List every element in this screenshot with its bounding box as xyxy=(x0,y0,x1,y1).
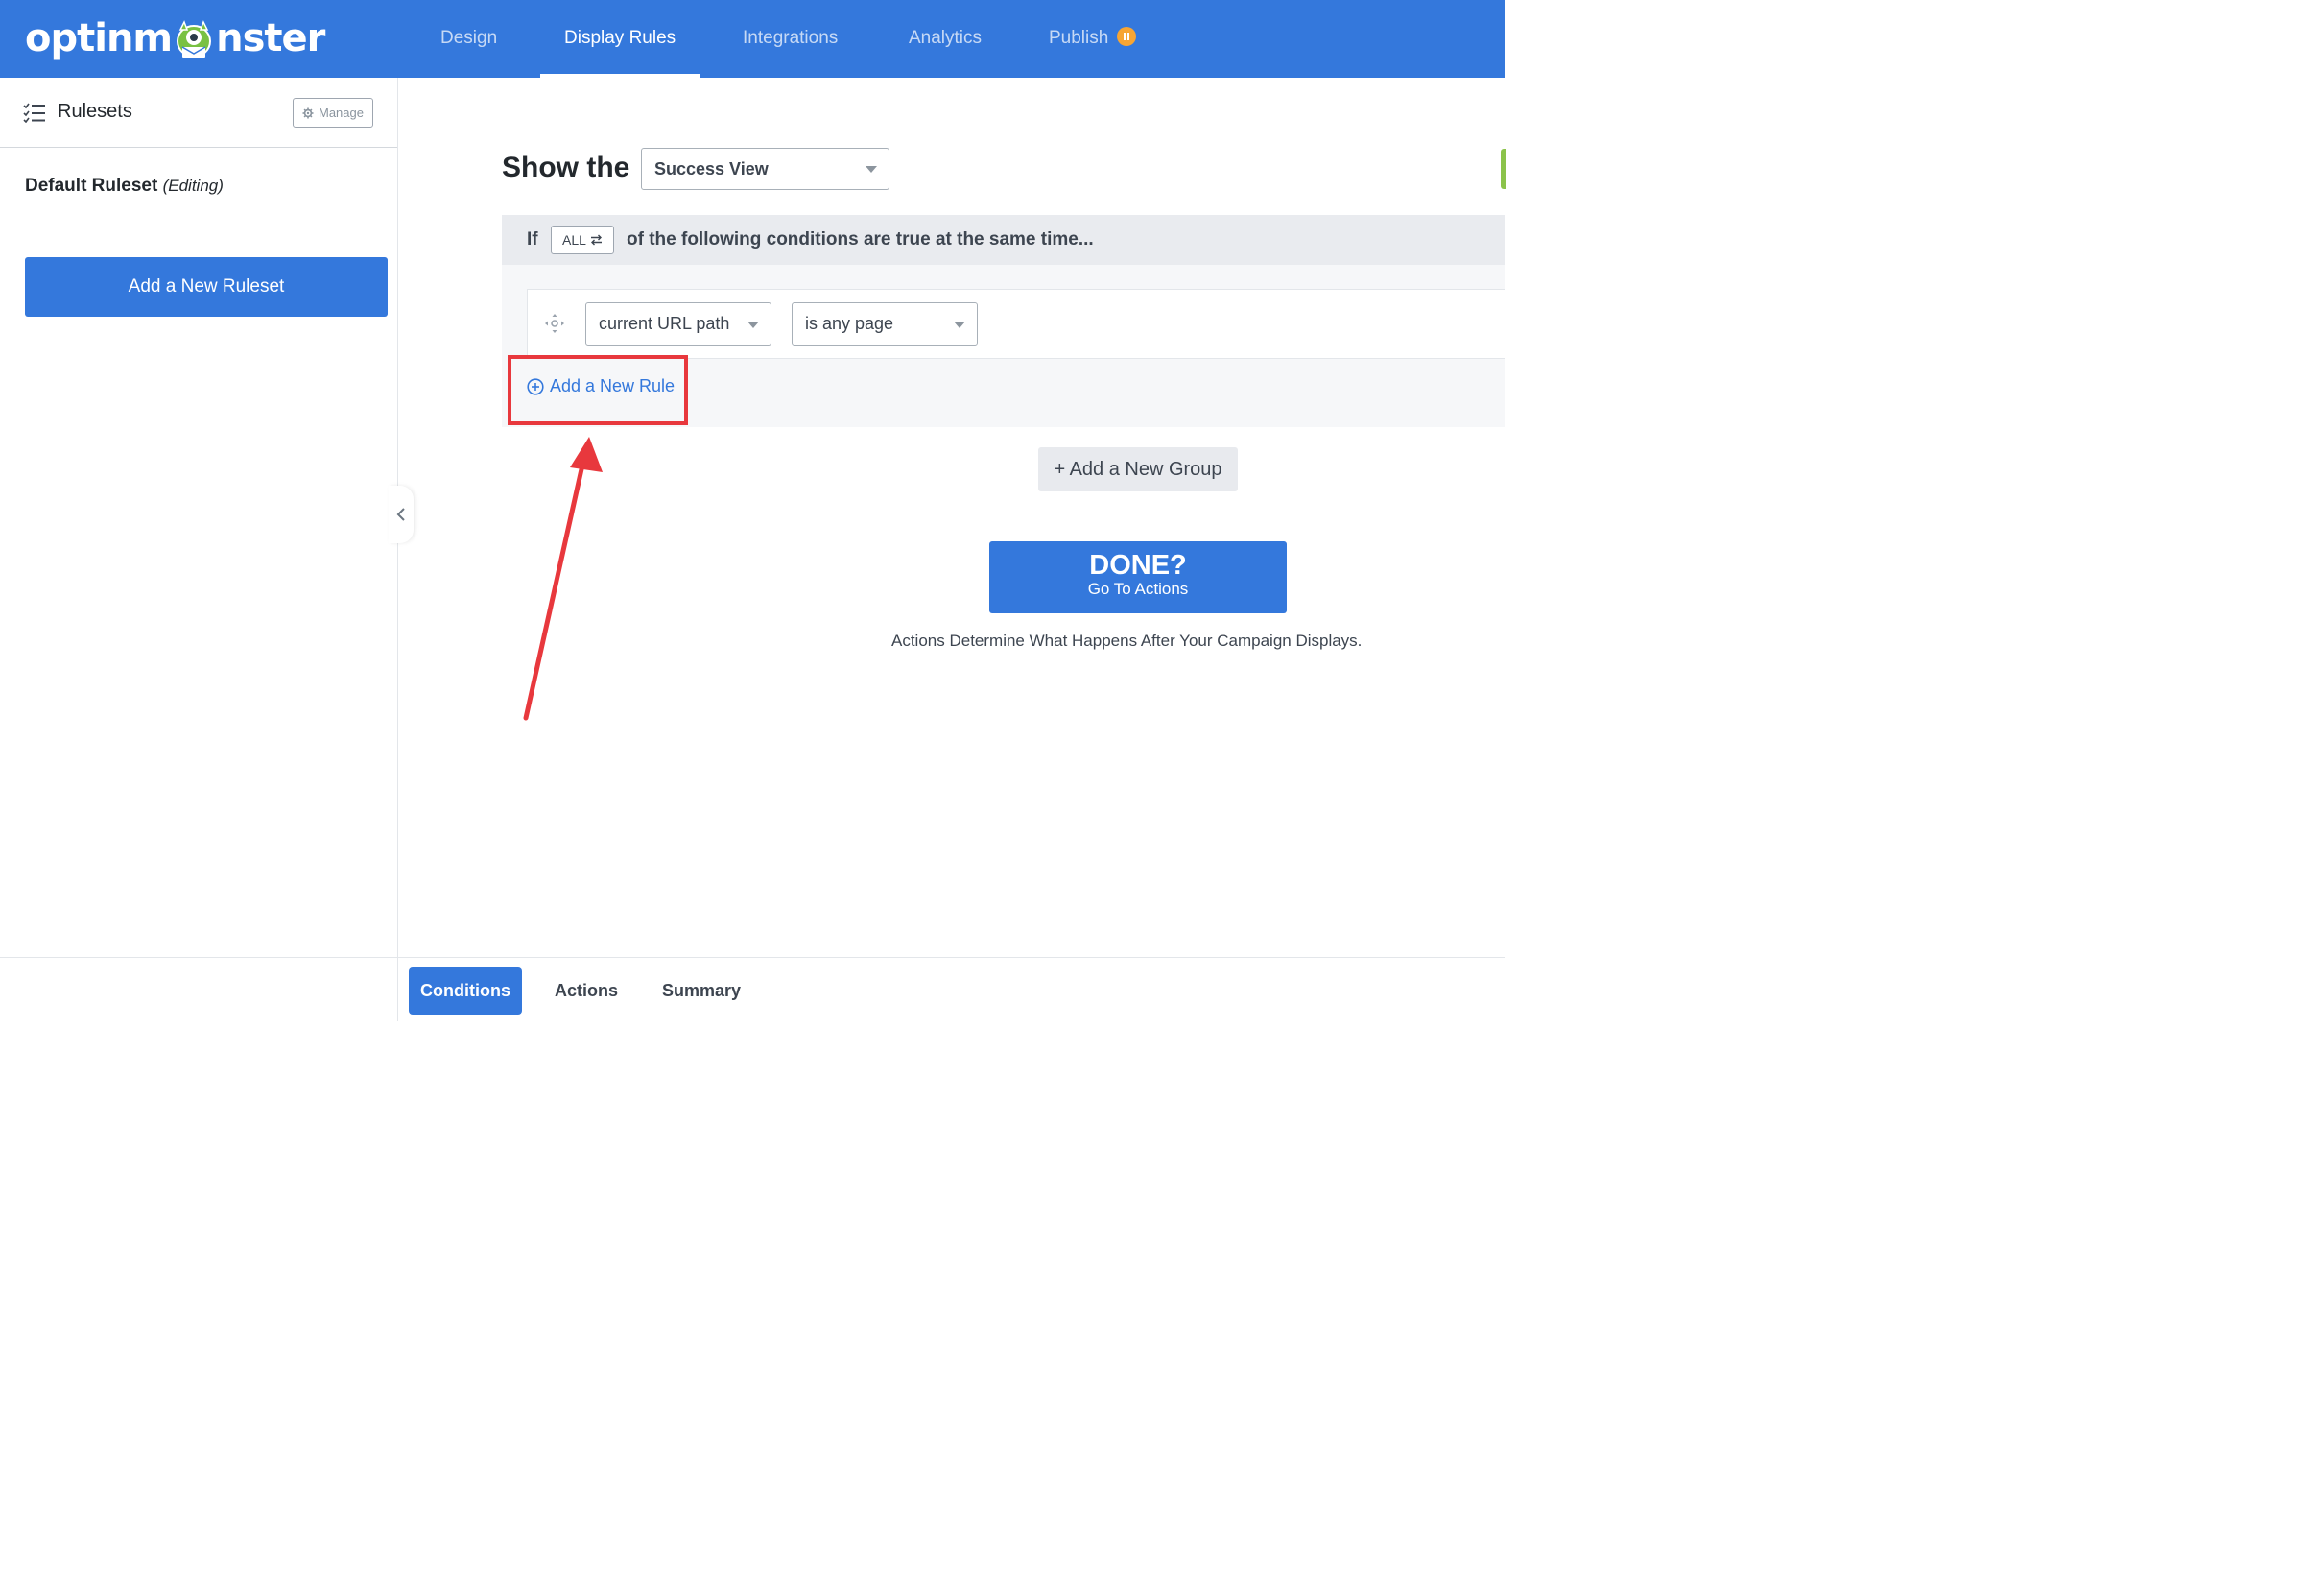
nav-analytics[interactable]: Analytics xyxy=(909,0,982,78)
checklist-icon xyxy=(23,103,45,123)
add-new-group-button[interactable]: + Add a New Group xyxy=(1038,447,1238,491)
monster-mascot-icon xyxy=(177,20,212,58)
view-select-value: Success View xyxy=(654,158,769,179)
caret-down-icon xyxy=(954,321,965,328)
actions-note: Actions Determine What Happens After You… xyxy=(891,632,1363,650)
gear-icon xyxy=(302,107,314,118)
nav-publish-label: Publish xyxy=(1049,28,1109,48)
annotation-highlight-box xyxy=(508,355,688,425)
top-navigation-bar: optinm nster Design Display Rules Integr… xyxy=(0,0,1505,78)
view-select[interactable]: Success View xyxy=(641,148,889,190)
nav-design[interactable]: Design xyxy=(440,0,497,78)
done-title: DONE? xyxy=(1089,550,1187,581)
rule-field-select[interactable]: current URL path xyxy=(585,302,771,346)
optinmonster-logo[interactable]: optinm nster xyxy=(25,13,325,63)
bottom-tab-bar: Conditions Actions Summary xyxy=(0,957,1505,1021)
done-go-to-actions-button[interactable]: DONE? Go To Actions xyxy=(989,541,1287,613)
sidebar-header: Rulesets Manage xyxy=(0,78,397,148)
manage-label: Manage xyxy=(319,106,364,120)
add-new-ruleset-button[interactable]: Add a New Ruleset xyxy=(25,257,388,317)
nav-publish[interactable]: Publish xyxy=(1049,0,1137,78)
green-edge-element[interactable] xyxy=(1501,149,1506,189)
logo-text-end: nster xyxy=(216,16,325,60)
manage-button[interactable]: Manage xyxy=(293,98,373,128)
if-label: If xyxy=(527,229,538,250)
sidebar-title: Rulesets xyxy=(58,101,132,122)
done-subtitle: Go To Actions xyxy=(1087,580,1189,598)
tab-summary[interactable]: Summary xyxy=(652,967,750,1015)
rule-operator-select[interactable]: is any page xyxy=(792,302,978,346)
match-all-toggle[interactable]: ALL xyxy=(551,226,614,254)
collapse-sidebar-button[interactable] xyxy=(389,486,414,543)
rule-field-value: current URL path xyxy=(599,314,730,333)
drag-handle-icon[interactable] xyxy=(544,313,565,334)
condition-group-header: If ALL of the following conditions are t… xyxy=(502,215,1505,265)
nav-display-rules[interactable]: Display Rules xyxy=(539,0,701,78)
pause-icon xyxy=(1117,27,1137,46)
nav-integrations[interactable]: Integrations xyxy=(743,0,838,78)
rule-operator-value: is any page xyxy=(805,314,894,333)
match-all-label: ALL xyxy=(562,232,586,248)
caret-down-icon xyxy=(866,166,877,173)
show-the-label: Show the xyxy=(502,152,630,183)
swap-arrows-icon xyxy=(590,234,602,246)
bottom-left-panel xyxy=(0,958,398,1021)
tab-actions[interactable]: Actions xyxy=(543,967,629,1015)
rulesets-sidebar: Rulesets Manage Default Ruleset (Editing… xyxy=(0,78,398,957)
tab-conditions[interactable]: Conditions xyxy=(409,967,522,1015)
conditions-text: of the following conditions are true at … xyxy=(627,229,1094,250)
ruleset-item-default[interactable]: Default Ruleset (Editing) xyxy=(25,176,224,197)
caret-down-icon xyxy=(747,321,759,328)
ruleset-name: Default Ruleset xyxy=(25,176,158,196)
chevron-left-icon xyxy=(396,508,405,521)
ruleset-status: (Editing) xyxy=(162,177,224,195)
logo-text-start: optinm xyxy=(25,16,173,60)
